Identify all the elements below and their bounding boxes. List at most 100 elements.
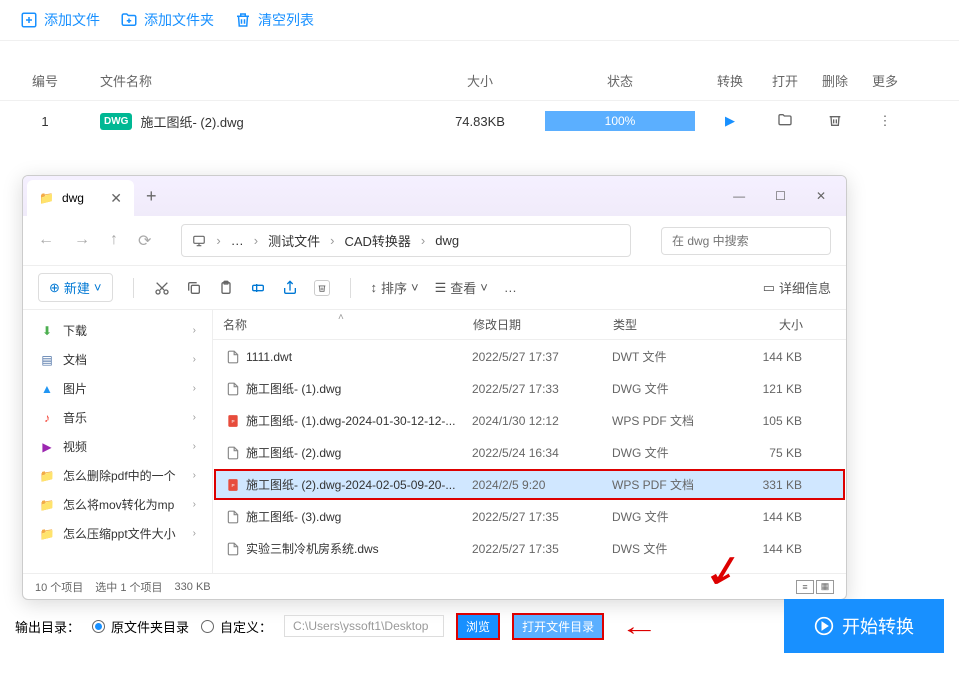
annotation-arrow-icon: ← [620,611,659,642]
paste-icon[interactable] [218,280,234,296]
details-label: 详细信息 [779,278,831,297]
view-button[interactable]: ☰ 查看 ˅ [435,278,488,297]
file-row[interactable]: 施工图纸- (1).dwg2022/5/27 17:33DWG 文件121 KB [214,373,845,404]
copy-icon[interactable] [186,280,202,296]
file-type: DWS 文件 [612,540,732,557]
breadcrumb-ellipsis[interactable]: … [231,233,244,248]
open-button[interactable] [760,112,810,131]
breadcrumb-sep: › [254,233,258,248]
col-status-header: 状态 [540,71,700,90]
minimize-button[interactable]: — [733,189,745,203]
table-row[interactable]: 1 DWG 施工图纸- (2).dwg 74.83KB 100% ▶ ⋮ [0,101,959,141]
up-button[interactable]: ↑ [110,231,118,251]
add-folder-button[interactable]: 添加文件夹 [120,10,214,30]
explorer-search-input[interactable] [661,227,831,255]
file-name: 施工图纸- (1).dwg-2024-01-30-12-12-... [246,412,455,429]
col-num-header: 编号 [20,71,70,90]
file-size: 331 KB [732,478,802,492]
radio-custom[interactable]: 自定义： [201,617,272,636]
convert-button[interactable]: ▶ [700,113,760,129]
tab-close-button[interactable]: ✕ [110,190,122,207]
sidebar-item[interactable]: 📁怎么压缩ppt文件大小› [23,519,212,548]
sidebar-item-label: 视频 [63,438,87,455]
list-view-button[interactable]: ≡ [796,580,814,594]
row-filename: 施工图纸- (2).dwg [140,112,243,131]
browse-button[interactable]: 浏览 [456,613,500,640]
sidebar-item[interactable]: ⬇下载› [23,316,212,345]
sidebar-item[interactable]: ▶视频› [23,432,212,461]
more-tb-button[interactable]: … [504,280,517,295]
file-name-cell: 施工图纸- (3).dwg [226,508,472,525]
grid-view-button[interactable]: ▦ [816,580,834,594]
sidebar-item-icon: 📁 [39,526,55,542]
file-size: 75 KB [732,446,802,460]
radio-custom-input[interactable] [201,620,214,633]
tab-title: dwg [62,191,84,205]
window-controls: — ☐ ✕ [733,189,846,203]
forward-button[interactable]: → [74,231,90,251]
file-row[interactable]: 实验三制冷机房系统.dws2022/5/27 17:35DWS 文件144 KB [214,533,845,564]
sidebar-item-label: 下载 [63,322,87,339]
explorer-tab[interactable]: 📁 dwg ✕ [27,180,134,216]
sidebar-item-label: 文档 [63,351,87,368]
start-convert-button[interactable]: 开始转换 [784,599,944,653]
radio-original[interactable]: 原文件夹目录 [92,617,189,636]
row-name-cell: DWG 施工图纸- (2).dwg [70,112,420,131]
sidebar-item-icon: ▲ [39,381,55,397]
breadcrumb-3[interactable]: dwg [435,233,459,248]
tab-folder-icon: 📁 [39,191,54,205]
add-file-button[interactable]: 添加文件 [20,10,100,30]
start-label: 开始转换 [842,613,914,639]
explorer-nav: ← → ↑ ⟳ › … › 测试文件 › CAD转换器 › dwg [23,216,846,266]
new-tab-button[interactable]: + [146,186,157,207]
sidebar-item-icon: ▤ [39,352,55,368]
file-row[interactable]: P施工图纸- (1).dwg-2024-01-30-12-12-...2024/… [214,405,845,436]
file-row[interactable]: 施工图纸- (2).dwg2022/5/24 16:34DWG 文件75 KB [214,437,845,468]
open-dir-button[interactable]: 打开文件目录 [512,613,604,640]
sidebar-item[interactable]: ▲图片› [23,374,212,403]
file-date: 2022/5/27 17:35 [472,542,612,556]
breadcrumb[interactable]: › … › 测试文件 › CAD转换器 › dwg [181,224,631,257]
close-window-button[interactable]: ✕ [816,189,826,203]
pdf-file-icon: P [226,478,240,492]
fl-name-header[interactable]: 名称 [223,316,473,333]
top-toolbar: 添加文件 添加文件夹 清空列表 [0,0,959,41]
file-name-cell: 实验三制冷机房系统.dws [226,540,472,557]
chevron-icon: › [193,354,196,365]
fl-size-header[interactable]: 大小 [733,316,803,333]
radio-custom-label: 自定义： [220,617,272,636]
sidebar-item-icon: ⬇ [39,323,55,339]
file-size: 105 KB [732,414,802,428]
sort-button[interactable]: ↕ 排序 ˅ [371,278,419,297]
sidebar-item[interactable]: ♪音乐› [23,403,212,432]
file-row[interactable]: P施工图纸- (2).dwg-2024-02-05-09-20-...2024/… [214,469,845,500]
back-button[interactable]: ← [38,231,54,251]
sidebar-item[interactable]: ▤ 文档 › [23,345,212,374]
details-button[interactable]: ▭ 详细信息 [763,278,831,297]
refresh-button[interactable]: ⟳ [138,231,151,251]
radio-original-input[interactable] [92,620,105,633]
breadcrumb-1[interactable]: 测试文件 [268,231,320,250]
fl-date-header[interactable]: 修改日期 [473,316,613,333]
delete-button[interactable] [810,112,860,131]
clear-list-button[interactable]: 清空列表 [234,10,314,30]
cut-icon[interactable] [154,280,170,296]
share-icon[interactable] [282,280,298,296]
rename-icon[interactable] [250,280,266,296]
add-file-label: 添加文件 [44,10,100,30]
file-row[interactable]: 1111.dwt2022/5/27 17:37DWT 文件144 KB [214,341,845,372]
file-row[interactable]: 施工图纸- (3).dwg2022/5/27 17:35DWG 文件144 KB [214,501,845,532]
generic-file-icon [226,542,240,556]
generic-file-icon [226,446,240,460]
delete-tb-icon[interactable] [314,280,330,296]
file-type: DWT 文件 [612,348,732,365]
generic-file-icon [226,350,240,364]
sidebar-item[interactable]: 📁怎么删除pdf中的一个› [23,461,212,490]
chevron-icon: › [193,499,196,510]
breadcrumb-2[interactable]: CAD转换器 [344,231,410,250]
sidebar-item[interactable]: 📁怎么将mov转化为mp› [23,490,212,519]
more-button[interactable]: ⋮ [860,113,910,129]
maximize-button[interactable]: ☐ [775,189,786,203]
new-button[interactable]: ⊕ 新建 ˅ [38,273,113,302]
fl-type-header[interactable]: 类型 [613,316,733,333]
